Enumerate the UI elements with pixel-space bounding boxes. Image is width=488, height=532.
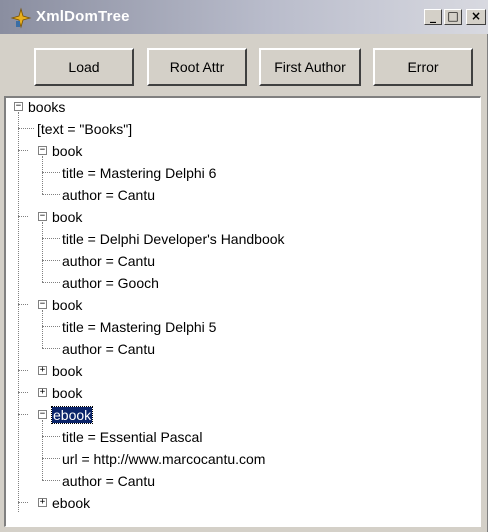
tree-connector (42, 282, 60, 283)
minimize-icon: _ (430, 9, 436, 23)
tree-connector (42, 238, 60, 239)
tree-node-attr[interactable]: title = Mastering Delphi 5 (62, 319, 216, 335)
tree-connector (18, 304, 28, 305)
tree-connector (18, 370, 28, 371)
tree-node-book[interactable]: book (52, 209, 82, 225)
tree-node-attr[interactable]: author = Cantu (62, 187, 155, 203)
tree-node-book[interactable]: book (52, 297, 82, 313)
expand-icon[interactable]: + (38, 366, 47, 375)
tree-node-attr[interactable]: author = Cantu (62, 341, 155, 357)
tree-node-ebook[interactable]: ebook (52, 495, 90, 511)
tree-connector (18, 502, 28, 503)
tree-node-books[interactable]: books (28, 99, 65, 115)
tree-connector (42, 458, 60, 459)
collapse-icon[interactable]: − (38, 410, 47, 419)
tree-connector (42, 172, 60, 173)
tree-node-book[interactable]: book (52, 363, 82, 379)
tree-connector (18, 128, 34, 129)
tree-connector (42, 260, 60, 261)
error-button[interactable]: Error (373, 48, 473, 86)
collapse-icon[interactable]: − (38, 146, 47, 155)
root-attr-button[interactable]: Root Attr (147, 48, 247, 86)
tree-connector (42, 420, 43, 480)
tree-connector (42, 194, 60, 195)
tree-node-book[interactable]: book (52, 143, 82, 159)
tree-node-attr[interactable]: title = Mastering Delphi 6 (62, 165, 216, 181)
tree-connector (18, 392, 28, 393)
app-icon (10, 7, 32, 29)
load-button[interactable]: Load (34, 48, 134, 86)
tree-node-attr[interactable]: url = http://www.marcocantu.com (62, 451, 265, 467)
tree-connector (18, 112, 19, 512)
tree-connector (42, 222, 43, 282)
tree-connector (18, 414, 28, 415)
xml-tree-view[interactable]: − − − − + + − + books [text = "Books"] b… (4, 96, 481, 527)
app-window: XmlDomTree _ □ × Load Root Attr First Au… (0, 0, 488, 532)
collapse-icon[interactable]: − (38, 300, 47, 309)
tree-node-attr[interactable]: title = Delphi Developer's Handbook (62, 231, 285, 247)
collapse-icon[interactable]: − (14, 102, 23, 111)
tree-node-attr[interactable]: title = Essential Pascal (62, 429, 202, 445)
tree-node-ebook-selected[interactable]: ebook (50, 406, 94, 424)
tree-node-attr[interactable]: author = Cantu (62, 473, 155, 489)
tree-connector (42, 156, 43, 194)
tree-node-book[interactable]: book (52, 385, 82, 401)
minimize-button[interactable]: _ (424, 9, 442, 25)
tree-connector (18, 216, 28, 217)
collapse-icon[interactable]: − (38, 212, 47, 221)
first-author-button[interactable]: First Author (259, 48, 361, 86)
tree-node-attr[interactable]: author = Gooch (62, 275, 159, 291)
tree-node-text[interactable]: [text = "Books"] (37, 121, 132, 137)
expand-icon[interactable]: + (38, 498, 47, 507)
expand-icon[interactable]: + (38, 388, 47, 397)
maximize-button[interactable]: □ (444, 9, 462, 25)
maximize-icon: □ (447, 9, 459, 23)
tree-connector (42, 436, 60, 437)
close-icon: × (470, 9, 482, 23)
tree-connector (42, 310, 43, 348)
window-title: XmlDomTree (36, 8, 130, 25)
title-bar[interactable]: XmlDomTree _ □ × (0, 0, 488, 34)
tree-connector (42, 348, 60, 349)
tree-connector (18, 150, 28, 151)
tree-node-attr[interactable]: author = Cantu (62, 253, 155, 269)
tree-connector (42, 480, 60, 481)
tree-connector (42, 326, 60, 327)
close-button[interactable]: × (466, 9, 486, 25)
